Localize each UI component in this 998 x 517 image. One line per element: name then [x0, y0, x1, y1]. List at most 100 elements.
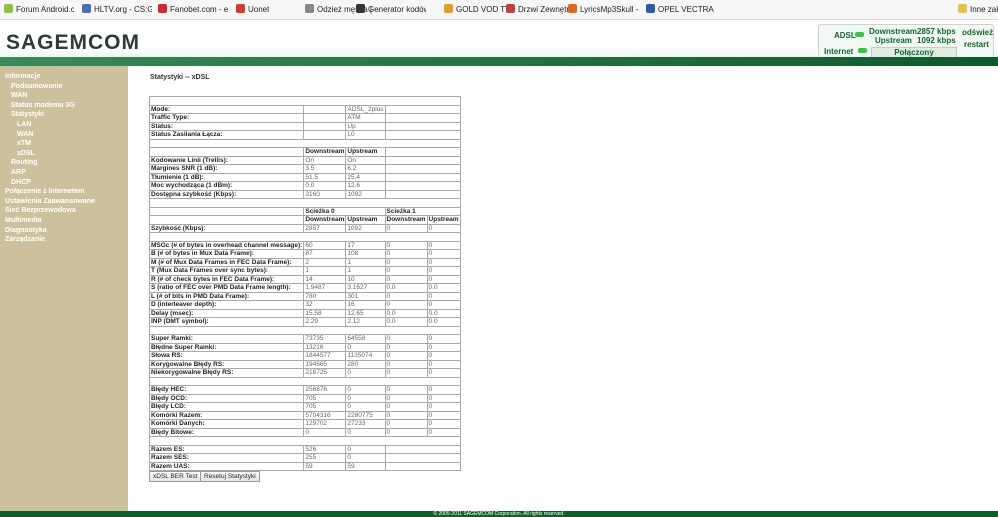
sidebar-item-wan[interactable]: WAN: [11, 92, 27, 99]
stat-value: 0: [384, 402, 428, 412]
reset-stats-button[interactable]: Resetuj Statystyki: [200, 471, 260, 482]
stat-value: 0: [426, 342, 461, 352]
table-row: Tłumienie (1 dB): 51.5 25.4: [148, 172, 461, 182]
bookmark-item[interactable]: LyricsMp3Skull - Pop: [568, 4, 638, 16]
table-row: [149, 198, 461, 208]
stat-value: 0.0: [303, 181, 347, 191]
stat-value: 0: [384, 334, 428, 344]
restart-link[interactable]: restart: [964, 40, 989, 49]
sidebar-nav: Informacje Podsumowanie WAN Status modemu 3…: [0, 66, 128, 512]
table-row: Szybkość (Kbps): 2857 1092 0 0: [148, 223, 461, 233]
sidebar-item-diagnostyka[interactable]: Diagnostyka: [5, 227, 47, 234]
sidebar-item-podsumowanie[interactable]: Podsumowanie: [11, 83, 62, 90]
table-row: D (interleaver depth): 32 16 0 0: [148, 300, 461, 310]
stat-label: M (# of Mux Data Frames in FEC Data Fram…: [148, 257, 305, 267]
sidebar-item-lan[interactable]: LAN: [17, 121, 31, 128]
refresh-link[interactable]: odśwież: [962, 28, 993, 37]
stat-value: 0: [345, 444, 386, 454]
bookmark-item[interactable]: Forum Android.com.p: [4, 4, 74, 16]
stat-value: 0.0: [384, 283, 428, 293]
table-row: Razem UAS: 59 59: [148, 461, 461, 471]
table-row: S (ratio of FEC over PMD Data Frame leng…: [148, 283, 461, 293]
sidebar-item-routing[interactable]: Routing: [11, 159, 37, 166]
stat-value: 12.65: [345, 308, 386, 318]
stat-label: Korygowalne Błędy RS:: [148, 359, 305, 369]
xdsl-ber-test-button[interactable]: xDSL BER Test: [149, 471, 202, 482]
bookmark-item[interactable]: Fanobet.com - esport: [158, 4, 228, 16]
table-row: Super Ramki: 73735 64558 0 0: [148, 334, 461, 344]
sidebar-item-multimedia[interactable]: Multimedia: [5, 217, 42, 224]
xdsl-stats-table: Mode: ADSL_2plus Traffic Type: ATM Status: Up…: [148, 96, 461, 471]
stat-value: 0: [345, 385, 386, 395]
sidebar-item-status-modemu-3g[interactable]: Status modemu 3G: [11, 102, 75, 109]
stat-value: 0: [426, 300, 461, 310]
stat-value: 0: [426, 334, 461, 344]
stat-value: 51.5: [303, 172, 347, 182]
stat-value: 12.6: [345, 181, 386, 191]
bookmark-item[interactable]: Uonet: [236, 4, 269, 16]
sidebar-item-arp[interactable]: ARP: [11, 169, 26, 176]
path-header: Ścieżka 1: [384, 206, 461, 216]
stat-label: Razem SES:: [148, 453, 305, 463]
bookmark-item[interactable]: Drzwi Zewnętrzne Do: [506, 4, 576, 16]
bookmark-item[interactable]: Generator kodów QR: [356, 4, 426, 16]
stat-value: 526: [303, 444, 347, 454]
stat-value: 32: [303, 300, 347, 310]
stat-label: Kodowanie Linii (Trellis):: [148, 155, 305, 165]
stat-value: 2: [303, 257, 347, 267]
stat-value: 0: [384, 274, 428, 284]
table-row: Razem ES: 526 0: [148, 444, 461, 454]
stat-value: 780: [303, 291, 347, 301]
stat-value: 129702: [303, 419, 347, 429]
sidebar-item-wan[interactable]: WAN: [17, 131, 33, 138]
stat-value: 256876: [303, 385, 347, 395]
table-row: Komórki Danych: 129702 27233 0 0: [148, 419, 461, 429]
sidebar-item-sie-bezprzewodowa[interactable]: Sieć Bezprzewodowa: [5, 207, 76, 214]
stat-label: Razem UAS:: [148, 461, 305, 471]
sidebar-item-ustawienia-zaawansowane[interactable]: Ustawienia Zaawansowane: [5, 198, 95, 205]
bookmark-label: Forum Android.com.p: [16, 5, 74, 14]
upstream-value: 1092 kbps: [917, 36, 956, 45]
table-row: Dostępna szybkość (Kbps): 3160 1092: [148, 189, 461, 199]
stat-value: 0: [384, 385, 428, 395]
sidebar-item-informacje[interactable]: Informacje: [5, 73, 40, 80]
column-header: Upstream: [345, 215, 386, 225]
stat-label: Tłumienie (1 dB):: [148, 172, 305, 182]
stat-value: 0.0: [426, 317, 461, 327]
stat-label: S (ratio of FEC over PMD Data Frame leng…: [148, 283, 305, 293]
stat-value: 0: [384, 223, 428, 233]
stat-value: On: [303, 155, 347, 165]
sidebar-item-xtm[interactable]: xTM: [17, 140, 31, 147]
bookmark-item[interactable]: GOLD VOD TV: [444, 4, 511, 16]
sidebar-item-po-czenie-z-internetem[interactable]: Połączenie z Internetem: [5, 188, 84, 195]
table-row: Razem SES: 255 0: [148, 453, 461, 463]
stat-label: Niekorygowalne Błędy RS:: [148, 368, 305, 378]
sidebar-item-statystyki[interactable]: Statystyki: [11, 111, 44, 118]
stat-value: 1.9487: [303, 283, 347, 293]
bookmark-favicon-icon: [82, 4, 91, 13]
stat-label: Błędy OCD:: [148, 393, 305, 403]
stat-label: Błędy LCD:: [148, 402, 305, 412]
stat-value: 10: [345, 274, 386, 284]
bookmark-item[interactable]: Inne zakładki: [958, 4, 998, 16]
bookmark-item[interactable]: HLTV.org - CS:GO Ne: [82, 4, 152, 16]
stat-value: 17: [345, 240, 386, 250]
stat-value: 59: [303, 461, 347, 471]
sidebar-item-xdsl[interactable]: xDSL: [17, 150, 35, 157]
sidebar-item-zarz-dzanie[interactable]: Zarządzanie: [5, 236, 45, 243]
table-row: Kodowanie Linii (Trellis): On On: [148, 155, 461, 165]
bookmark-item[interactable]: OPEL VECTRA 1.8 lpg: [646, 4, 716, 16]
stat-value: 0.0: [384, 317, 428, 327]
stat-value: 0: [384, 240, 428, 250]
stat-label: B (# of bytes in Mux Data Frame):: [148, 249, 305, 259]
stat-value: 3160: [303, 189, 347, 199]
table-row: MSGc (# of bytes in overhead channel mes…: [148, 240, 461, 250]
stat-value: 1: [303, 266, 347, 276]
adsl-label: ADSL: [834, 31, 856, 40]
stat-value: 0: [426, 385, 461, 395]
stat-value: 0: [426, 249, 461, 259]
stat-label: MSGc (# of bytes in overhead channel mes…: [148, 240, 305, 250]
table-row: T (Mux Data Frames over sync bytes): 1 1 0 0: [148, 266, 461, 276]
stat-value: 0.0: [384, 308, 428, 318]
sidebar-item-dhcp[interactable]: DHCP: [11, 179, 31, 186]
